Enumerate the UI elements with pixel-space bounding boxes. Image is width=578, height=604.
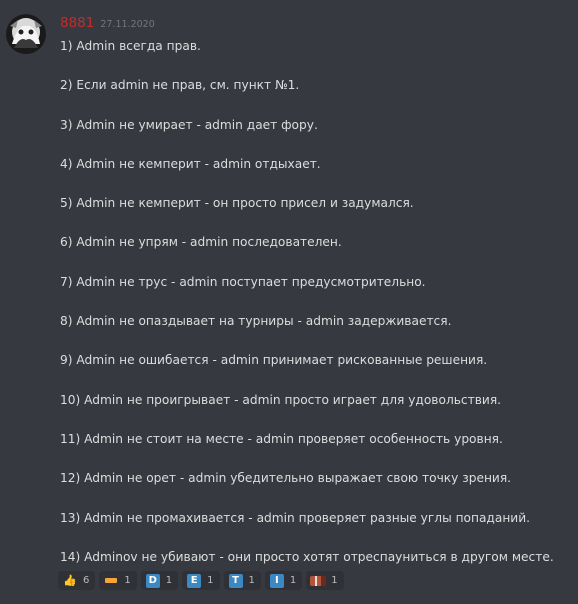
regional-letter: E bbox=[187, 573, 202, 588]
message-line: 5) Admin не кемперит - он просто присел … bbox=[60, 196, 414, 211]
reaction-count: 1 bbox=[124, 575, 131, 586]
message-line: 9) Admin не ошибается - admin принимает … bbox=[60, 353, 488, 368]
reactions-bar: 👍 6 1 D 1 E 1 T 1 I 1 1 bbox=[58, 571, 344, 590]
message-header: 8881 27.11.2020 bbox=[60, 15, 155, 31]
regional-letter: I bbox=[269, 573, 284, 588]
regional-e-icon: E bbox=[186, 573, 202, 589]
reaction-count: 1 bbox=[207, 575, 214, 586]
reaction-count: 1 bbox=[331, 575, 338, 586]
message-line: 1) Admin всегда прав. bbox=[60, 39, 201, 53]
message-line: 2) Если admin не прав, см. пункт №1. bbox=[60, 78, 300, 93]
message-line: 4) Admin не кемперит - admin отдыхает. bbox=[60, 156, 321, 171]
reaction-count: 6 bbox=[83, 575, 90, 586]
message-line: 7) Admin не трус - admin поступает преду… bbox=[60, 274, 426, 289]
avatar-image-icon bbox=[6, 14, 46, 54]
reaction-regional-e[interactable]: E 1 bbox=[182, 571, 220, 590]
regional-d-icon: D bbox=[145, 573, 161, 589]
message-line: 13) Admin не промахивается - admin прове… bbox=[60, 510, 531, 525]
reaction-thumbs-up[interactable]: 👍 6 bbox=[58, 571, 96, 590]
message-line: 6) Admin не упрям - admin последователен… bbox=[60, 235, 342, 250]
reaction-count: 1 bbox=[289, 575, 297, 586]
user-avatar[interactable] bbox=[6, 14, 46, 54]
message-line: 12) Admin не орет - admin убедительно вы… bbox=[60, 471, 512, 486]
reaction-custom[interactable]: 1 bbox=[306, 571, 344, 590]
thumbs-up-icon: 👍 bbox=[63, 573, 77, 587]
reaction-regional-i[interactable]: I 1 bbox=[264, 571, 303, 590]
regional-letter: T bbox=[228, 573, 243, 588]
regional-letter: D bbox=[145, 573, 160, 588]
reaction-regional-t[interactable]: T 1 bbox=[223, 571, 261, 590]
message-line: 11) Admin не стоит на месте - admin пров… bbox=[60, 431, 503, 446]
regional-i-icon: I bbox=[269, 573, 285, 589]
reaction-count: 1 bbox=[165, 575, 173, 586]
reaction-regional-d[interactable]: D 1 bbox=[140, 571, 179, 590]
reaction-dash[interactable]: 1 bbox=[99, 571, 137, 590]
reaction-count: 1 bbox=[248, 575, 255, 586]
message-content: 1) Admin всегда прав. 2) Если admin не п… bbox=[60, 37, 570, 587]
message-line: 10) Admin не проигрывает - admin просто … bbox=[60, 392, 502, 407]
custom-emoji-icon bbox=[310, 573, 327, 589]
timestamp: 27.11.2020 bbox=[100, 19, 155, 30]
message-line: 8) Admin не опаздывает на турниры - admi… bbox=[60, 314, 452, 329]
dash-icon bbox=[103, 573, 119, 589]
username[interactable]: 8881 bbox=[60, 15, 94, 31]
chat-message: 8881 27.11.2020 1) Admin всегда прав. 2)… bbox=[0, 0, 578, 604]
message-line: 3) Admin не умирает - admin дает фору. bbox=[60, 117, 318, 132]
regional-t-icon: T bbox=[228, 573, 244, 589]
